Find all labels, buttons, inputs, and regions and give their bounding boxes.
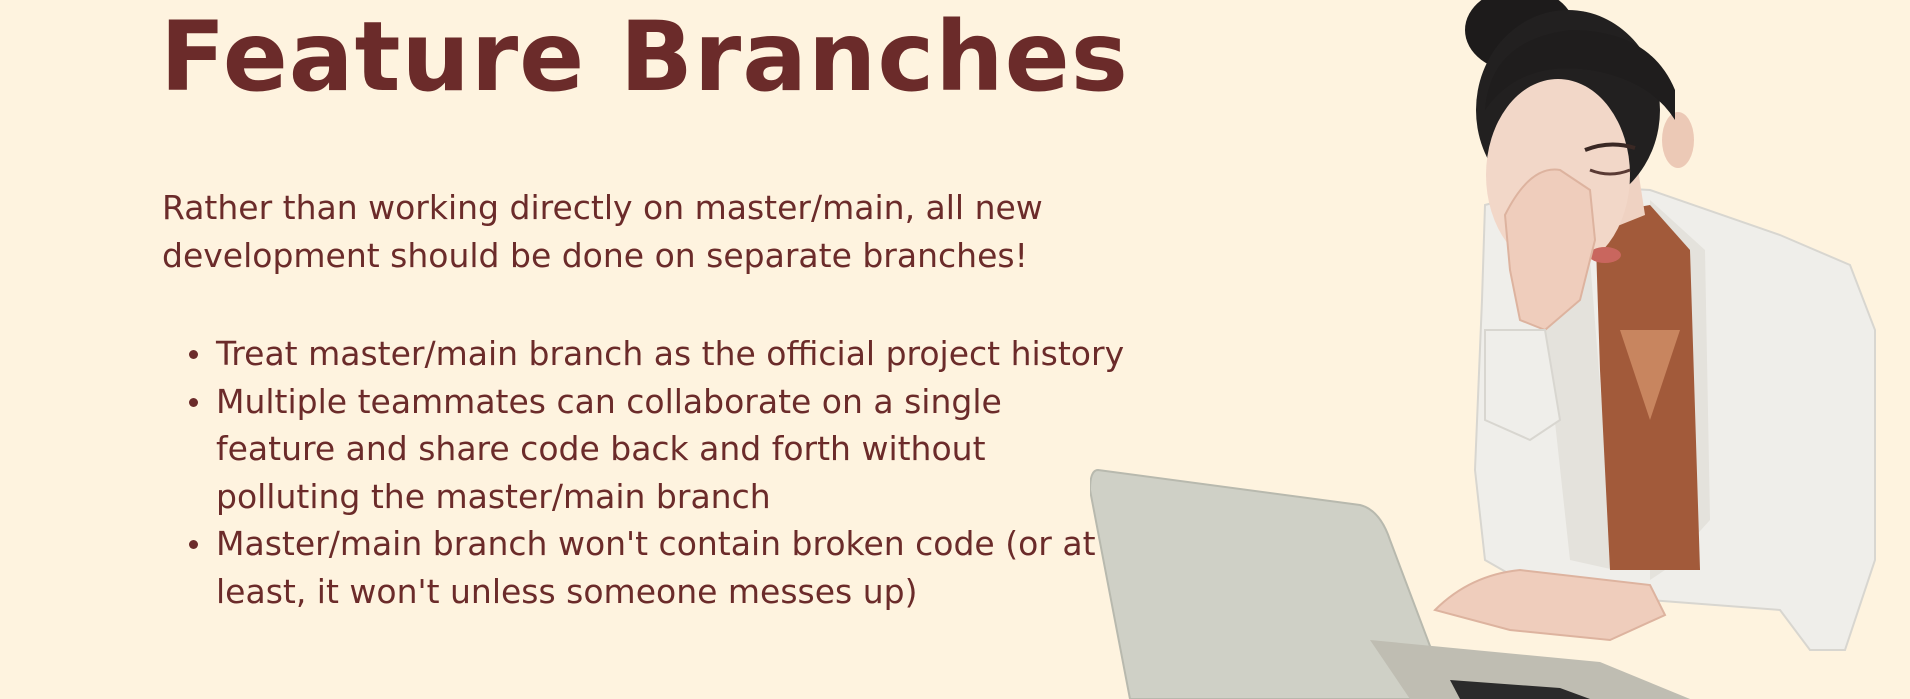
bullet-line: polluting the master/main branch [216, 476, 771, 516]
bullet-line: Treat master/main branch as the official… [216, 334, 1125, 373]
ear-shape [1662, 112, 1694, 168]
bullet-line: least, it won't unless someone messes up… [216, 571, 918, 611]
bullet-item: Multiple teammates can collaborate on a … [189, 378, 1176, 521]
slide-title: Feature Branches [160, 1, 1129, 113]
bullet-line: feature and share code back and forth wi… [216, 429, 986, 468]
frustrated-woman-laptop-image [1090, 0, 1876, 699]
intro-line: development should be done on separate b… [162, 236, 1028, 275]
bullet-line: Master/main branch won't contain broken … [216, 524, 1096, 563]
bullet-line: Multiple teammates can collaborate on a … [216, 381, 1002, 421]
bullet-item: Master/main branch won't contain broken … [189, 520, 1176, 615]
forearm-shape [1484, 329, 1562, 442]
intro-paragraph: Rather than working directly on master/m… [162, 184, 1062, 280]
bullet-list: Treat master/main branch as the official… [162, 330, 1176, 615]
slide: Feature Branches Rather than working dir… [0, 0, 1910, 699]
intro-line: Rather than working directly on master/m… [162, 188, 1043, 227]
bullet-item: Treat master/main branch as the official… [189, 330, 1176, 378]
mouth-shape [1589, 247, 1621, 263]
